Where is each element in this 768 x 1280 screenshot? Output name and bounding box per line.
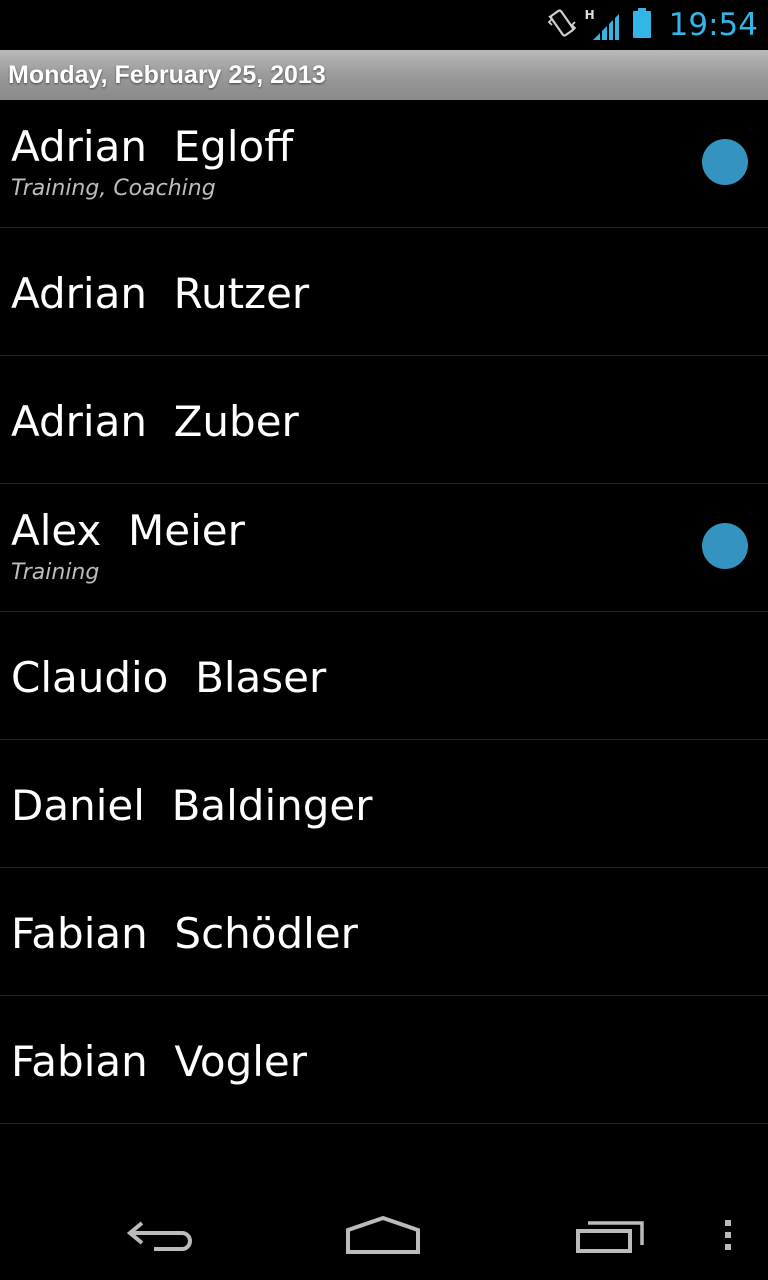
- person-name: Alex Meier: [11, 506, 245, 555]
- list-item[interactable]: Claudio Blaser: [0, 612, 768, 740]
- status-time: 19:54: [668, 7, 758, 43]
- list-fade-edge: [0, 1150, 768, 1195]
- status-dot-icon: [702, 523, 748, 569]
- navigation-bar: [0, 1195, 768, 1280]
- home-icon: [345, 1214, 421, 1261]
- person-name: Claudio Blaser: [11, 653, 327, 702]
- person-name: Fabian Schödler: [11, 909, 358, 958]
- overflow-menu-icon: [723, 1218, 733, 1257]
- back-icon: [124, 1215, 196, 1260]
- status-dot-icon: [702, 139, 748, 185]
- list-item[interactable]: Daniel Baldinger: [0, 740, 768, 868]
- back-button[interactable]: [110, 1207, 210, 1267]
- signal-icon: H: [585, 8, 621, 42]
- vibrate-icon: [545, 6, 579, 45]
- overflow-menu-button[interactable]: [708, 1207, 748, 1267]
- person-name: Adrian Rutzer: [11, 269, 310, 318]
- person-name: Adrian Zuber: [11, 397, 299, 446]
- person-subtitle: Training: [11, 560, 100, 585]
- person-name: Adrian Egloff: [11, 122, 294, 171]
- date-header: Monday, February 25, 2013: [0, 50, 768, 100]
- list-item[interactable]: Fabian Schödler: [0, 868, 768, 996]
- list-item[interactable]: Adrian Zuber: [0, 356, 768, 484]
- list-item[interactable]: Alex Meier Training: [0, 484, 768, 612]
- list-item[interactable]: Adrian Egloff Training, Coaching: [0, 100, 768, 228]
- person-name: Fabian Vogler: [11, 1037, 308, 1086]
- list-item[interactable]: Adrian Rutzer: [0, 228, 768, 356]
- battery-icon: [631, 6, 653, 45]
- recent-apps-button[interactable]: [560, 1207, 660, 1267]
- status-icons: H 19:54: [545, 0, 758, 50]
- status-bar: H 19:54: [0, 0, 768, 50]
- recent-apps-icon: [574, 1215, 646, 1260]
- person-name: Daniel Baldinger: [11, 781, 373, 830]
- people-list[interactable]: Adrian Egloff Training, Coaching Adrian …: [0, 100, 768, 1195]
- person-subtitle: Training, Coaching: [11, 176, 216, 201]
- home-button[interactable]: [333, 1207, 433, 1267]
- list-item[interactable]: Fabian Vogler: [0, 996, 768, 1124]
